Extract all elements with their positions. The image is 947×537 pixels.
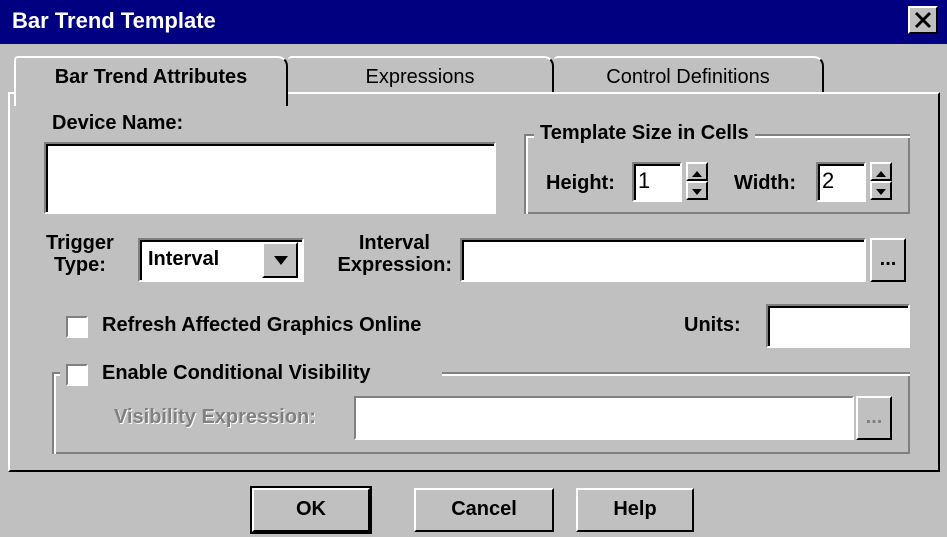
visibility-label: Enable Conditional Visibility [102,362,371,384]
width-label: Width: [734,172,797,194]
close-button[interactable] [908,6,938,34]
height-down-arrow-icon[interactable] [686,181,708,200]
trigger-type-label-line2: Type: [54,254,106,276]
interval-expression-label: Interval Expression: [324,232,452,276]
width-up-arrow-icon[interactable] [870,162,892,181]
trigger-type-label: Trigger Type: [46,232,114,276]
units-input[interactable] [766,304,910,348]
trigger-type-value: Interval [148,248,220,270]
help-button[interactable]: Help [576,488,694,532]
chevron-down-icon [274,256,288,265]
template-size-label: Template Size in Cells [534,122,755,145]
window-title: Bar Trend Template [12,8,216,33]
title-bar[interactable]: Bar Trend Template [0,0,947,44]
trigger-type-dropdown-button[interactable] [262,242,298,278]
height-label: Height: [546,172,615,194]
width-spinner[interactable] [870,162,892,200]
height-value: 1 [638,168,651,193]
interval-label-line2: Expression: [337,254,452,276]
width-down-arrow-icon[interactable] [870,181,892,200]
active-tab-join [16,91,284,95]
interval-browse-button[interactable]: ... [870,238,906,282]
height-input[interactable]: 1 [632,162,682,202]
refresh-checkbox[interactable] [66,316,88,338]
visibility-expression-label: Visibility Expression: [114,406,316,428]
close-icon [914,11,932,29]
visibility-browse-button[interactable]: ... [856,396,892,440]
refresh-label: Refresh Affected Graphics Online [102,314,422,336]
trigger-type-label-line1: Trigger [46,232,114,254]
visibility-checkbox[interactable] [66,364,88,386]
units-label: Units: [684,314,741,336]
device-name-input[interactable] [44,142,496,214]
height-spinner[interactable] [686,162,708,200]
cancel-button[interactable]: Cancel [414,488,554,532]
tab-bar-trend-attributes[interactable]: Bar Trend Attributes [14,56,288,106]
interval-expression-input[interactable] [460,238,866,282]
interval-label-line1: Interval [358,232,430,254]
width-value: 2 [822,168,835,193]
trigger-type-select[interactable]: Interval [138,238,304,282]
width-input[interactable]: 2 [816,162,866,202]
device-name-label: Device Name: [52,112,184,134]
ok-button[interactable]: OK [250,486,372,534]
height-up-arrow-icon[interactable] [686,162,708,181]
visibility-expression-input[interactable] [354,396,854,440]
